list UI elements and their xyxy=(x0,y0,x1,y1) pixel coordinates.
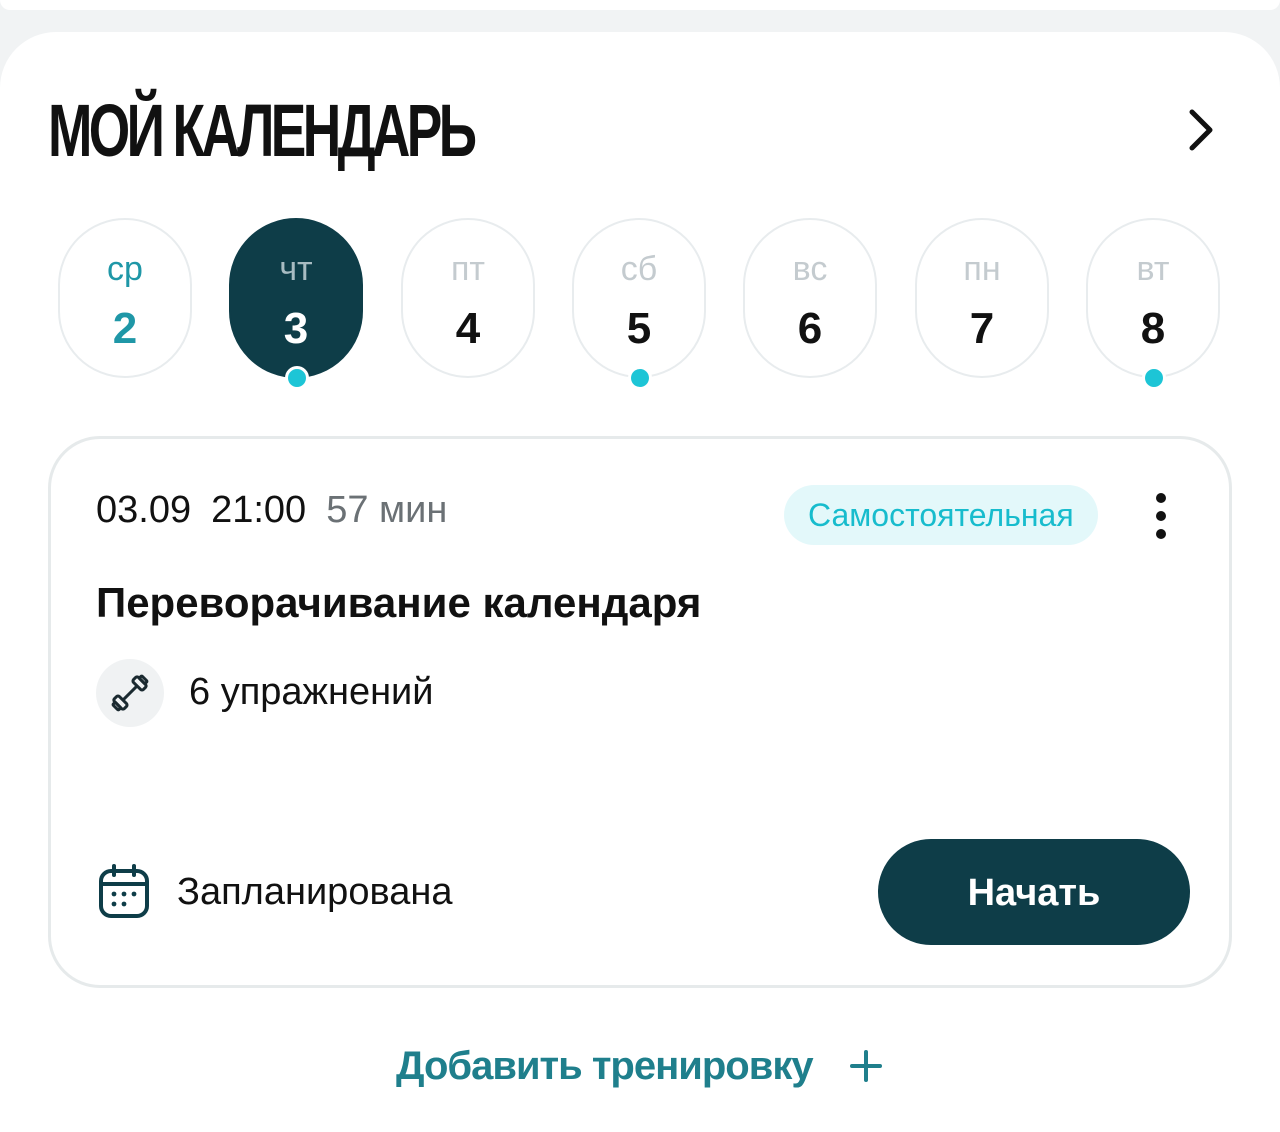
event-dot xyxy=(1142,366,1166,390)
more-vertical-icon[interactable] xyxy=(1141,491,1181,541)
event-dot xyxy=(285,366,309,390)
day-number: 5 xyxy=(626,304,652,353)
previous-card-edge xyxy=(0,0,1280,10)
day-name: сб xyxy=(620,250,658,288)
day-name: пн xyxy=(963,250,1001,288)
chevron-right-icon xyxy=(1189,109,1213,151)
workout-type-badge: Самостоятельная xyxy=(784,485,1098,545)
workout-time: 21:00 xyxy=(211,489,307,531)
workout-meta: 03.09 21:00 57 мин xyxy=(96,489,447,532)
exercises-count: 6 упражнений xyxy=(189,671,434,713)
day-name: чт xyxy=(279,250,313,288)
day-number: 6 xyxy=(797,304,823,353)
page-title: МОЙ КАЛЕНДАРЬ xyxy=(48,89,477,172)
day-fri[interactable]: пт 4 xyxy=(401,218,535,378)
day-number: 2 xyxy=(112,304,138,353)
add-workout-label: Добавить тренировку xyxy=(396,1043,814,1088)
calendar-icon xyxy=(98,863,150,919)
workout-status: Запланирована xyxy=(177,871,453,913)
day-name: вт xyxy=(1136,250,1170,288)
day-number: 4 xyxy=(455,304,481,353)
week-strip: ср 2 чт 3 пт 4 сб 5 вс 6 пн 7 вт 8 xyxy=(58,218,1222,398)
day-wed[interactable]: ср 2 xyxy=(58,218,192,378)
day-sat[interactable]: сб 5 xyxy=(572,218,706,378)
workout-duration: 57 мин xyxy=(326,489,448,531)
day-number: 8 xyxy=(1140,304,1166,353)
open-calendar-button[interactable] xyxy=(1176,105,1226,155)
workout-card[interactable]: 03.09 21:00 57 мин Самостоятельная Перевор… xyxy=(48,436,1232,988)
plus-icon xyxy=(849,1050,882,1082)
day-name: вс xyxy=(792,250,828,288)
day-tue[interactable]: вт 8 xyxy=(1086,218,1220,378)
day-mon[interactable]: пн 7 xyxy=(915,218,1049,378)
add-workout-link[interactable]: Добавить тренировку xyxy=(396,1036,883,1096)
day-thu[interactable]: чт 3 xyxy=(229,218,363,378)
day-sun[interactable]: вс 6 xyxy=(743,218,877,378)
workout-title: Переворачивание календаря xyxy=(96,579,702,626)
event-dot xyxy=(628,366,652,390)
workout-date: 03.09 xyxy=(96,489,192,531)
day-name: пт xyxy=(451,250,485,288)
day-number: 3 xyxy=(283,304,309,353)
day-number: 7 xyxy=(969,304,995,353)
dumbbell-icon xyxy=(96,659,164,727)
start-button[interactable]: Начать xyxy=(878,839,1190,945)
day-name: ср xyxy=(107,250,143,288)
